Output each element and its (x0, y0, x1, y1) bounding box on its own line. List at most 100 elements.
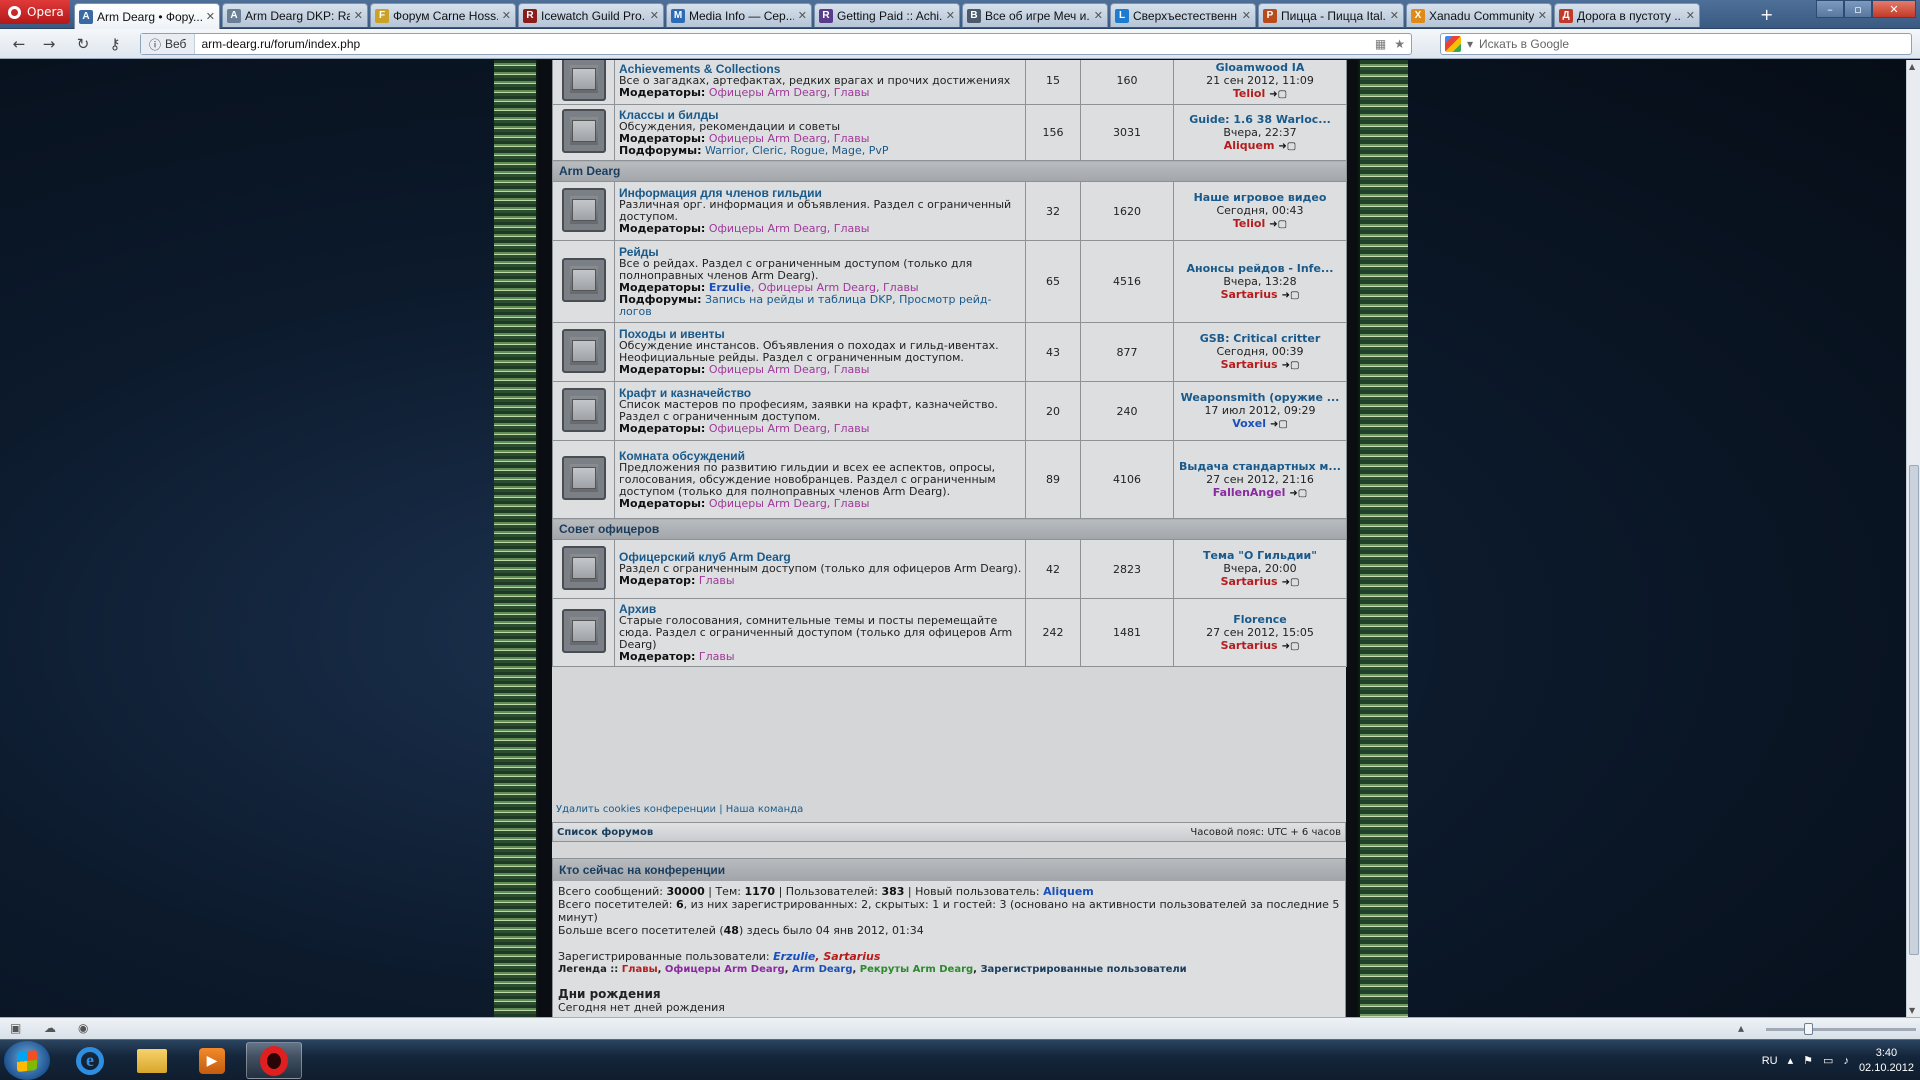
last-post-author-link[interactable]: Aliquem (1224, 139, 1275, 152)
category-title-link[interactable]: Совет офицеров (552, 518, 1347, 540)
tray-expand-icon[interactable]: ▴ (1788, 1054, 1794, 1067)
last-post-author-link[interactable]: Voxel (1232, 417, 1266, 430)
goto-last-post-icon[interactable]: ➜▢ (1278, 140, 1296, 153)
address-bar[interactable]: ⓘ Веб arm-dearg.ru/forum/index.php ▦ ★ (140, 33, 1412, 55)
tab-close-icon[interactable]: ✕ (1242, 9, 1251, 22)
footer-links[interactable]: Удалить cookies конференции | Наша коман… (556, 804, 803, 815)
search-engine-dropdown-icon[interactable]: ▾ (1467, 37, 1473, 51)
last-post-title-link[interactable]: GSB: Critical critter (1174, 332, 1346, 345)
browser-tab[interactable]: В Все об игре Меч и... ✕ (962, 3, 1108, 27)
maximize-icon[interactable]: ▫ (1844, 0, 1872, 18)
browser-tab[interactable]: X Xanadu Community ✕ (1406, 3, 1552, 27)
page-scrollbar[interactable]: ▲ ▼ (1906, 60, 1920, 1017)
unite-icon[interactable]: ☁ (44, 1021, 56, 1035)
address-url[interactable]: arm-dearg.ru/forum/index.php (195, 37, 360, 51)
zoom-arrow-icon[interactable]: ▴ (1738, 1021, 1744, 1035)
moderator-groups[interactable]: Офицеры Arm Dearg, Главы (709, 222, 870, 235)
address-scheme-badge[interactable]: ⓘ Веб (141, 34, 196, 54)
browser-tab[interactable]: L Сверхъестественн... ✕ (1110, 3, 1256, 27)
last-post-author-link[interactable]: Sartarius (1221, 358, 1278, 371)
tab-close-icon[interactable]: ✕ (1538, 9, 1547, 22)
taskbar-explorer[interactable] (124, 1042, 180, 1079)
browser-tab[interactable]: F Форум Carne Hoss... ✕ (370, 3, 516, 27)
new-tab-icon[interactable]: + (1760, 5, 1773, 24)
opera-menu-button[interactable]: Opera (0, 0, 70, 24)
tab-close-icon[interactable]: ✕ (206, 10, 215, 23)
subforum-links[interactable]: Warrior, Cleric, Rogue, Mage, PvP (705, 144, 889, 157)
search-box[interactable]: ▾ Искать в Google (1440, 33, 1912, 55)
moderator-groups[interactable]: Офицеры Arm Dearg, Главы (709, 422, 870, 435)
browser-tab[interactable]: R Getting Paid :: Achi... ✕ (814, 3, 960, 27)
last-post-author-link[interactable]: FallenAngel (1213, 486, 1286, 499)
goto-last-post-icon[interactable]: ➜▢ (1282, 289, 1300, 302)
rss-icon[interactable]: ▦ (1375, 37, 1386, 51)
forum-title-link[interactable]: Achievements & Collections (619, 63, 1023, 75)
last-post-title-link[interactable]: Gloamwood IA (1174, 61, 1346, 74)
forum-title-link[interactable]: Комната обсуждений (619, 450, 1023, 462)
clock[interactable]: 3:40 02.10.2012 (1859, 1046, 1914, 1076)
online-user-link[interactable]: Sartarius (823, 950, 880, 963)
legend-group-link[interactable]: Главы (622, 964, 658, 975)
last-post-title-link[interactable]: Анонсы рейдов - Infe... (1174, 262, 1346, 275)
legend-group-link[interactable]: Офицеры Arm Dearg (665, 964, 785, 975)
last-post-author-link[interactable]: Teliol (1233, 87, 1265, 100)
legend-group-link[interactable]: Зарегистрированные пользователи (980, 964, 1186, 975)
goto-last-post-icon[interactable]: ➜▢ (1282, 640, 1300, 653)
tab-close-icon[interactable]: ✕ (798, 9, 807, 22)
tab-close-icon[interactable]: ✕ (502, 9, 511, 22)
forum-title-link[interactable]: Рейды (619, 246, 1023, 258)
moderator-groups[interactable]: Офицеры Arm Dearg, Главы (709, 86, 870, 99)
last-post-title-link[interactable]: Выдача стандартных м... (1174, 460, 1346, 473)
goto-last-post-icon[interactable]: ➜▢ (1269, 88, 1287, 101)
last-post-title-link[interactable]: Guide: 1.6 38 Warloc... (1174, 113, 1346, 126)
moderator-groups[interactable]: Главы (699, 574, 735, 587)
bookmark-star-icon[interactable]: ★ (1394, 37, 1405, 51)
scroll-down-icon[interactable]: ▼ (1909, 1006, 1915, 1015)
browser-tab[interactable]: R Icewatch Guild Pro... ✕ (518, 3, 664, 27)
goto-last-post-icon[interactable]: ➜▢ (1282, 359, 1300, 372)
network-icon[interactable]: ▭ (1823, 1054, 1833, 1067)
newest-user-link[interactable]: Aliquem (1043, 885, 1094, 898)
tab-close-icon[interactable]: ✕ (650, 9, 659, 22)
tab-close-icon[interactable]: ✕ (1686, 9, 1695, 22)
google-icon[interactable] (1445, 36, 1461, 52)
back-icon[interactable]: ← (8, 34, 30, 54)
moderator-groups[interactable]: Главы (699, 650, 735, 663)
turbo-icon[interactable]: ◉ (78, 1021, 88, 1035)
moderator-groups[interactable]: Офицеры Arm Dearg, Главы (709, 363, 870, 376)
last-post-title-link[interactable]: Florence (1174, 613, 1346, 626)
moderator-groups[interactable]: Офицеры Arm Dearg, Главы (709, 497, 870, 510)
forward-icon[interactable]: → (38, 34, 60, 54)
tab-close-icon[interactable]: ✕ (1094, 9, 1103, 22)
action-center-flag-icon[interactable]: ⚑ (1803, 1054, 1813, 1067)
browser-tab[interactable]: A Arm Dearg DKP: Ra... ✕ (222, 3, 368, 27)
key-icon[interactable]: ⚷ (104, 34, 126, 54)
last-post-title-link[interactable]: Тема "О Гильдии" (1174, 549, 1346, 562)
last-post-title-link[interactable]: Наше игровое видео (1174, 191, 1346, 204)
volume-icon[interactable]: ♪ (1843, 1055, 1849, 1067)
browser-tab[interactable]: P Пицца - Пицца Ital... ✕ (1258, 3, 1404, 27)
tab-close-icon[interactable]: ✕ (354, 9, 363, 22)
browser-tab[interactable]: M Media Info — Сер... ✕ (666, 3, 812, 27)
language-indicator[interactable]: RU (1762, 1055, 1778, 1067)
tab-close-icon[interactable]: ✕ (1390, 9, 1399, 22)
last-post-author-link[interactable]: Teliol (1233, 217, 1265, 230)
panel-toggle-icon[interactable]: ▣ (10, 1021, 21, 1035)
zoom-slider[interactable] (1766, 1023, 1916, 1035)
taskbar-media-player[interactable]: ▶ (184, 1042, 240, 1079)
scrollbar-thumb[interactable] (1909, 465, 1919, 955)
legend-group-link[interactable]: Рекруты Arm Dearg (860, 964, 973, 975)
taskbar-internet-explorer[interactable]: e (62, 1042, 118, 1079)
browser-tab[interactable]: A Arm Dearg • Фору... ✕ (74, 3, 220, 29)
close-window-icon[interactable]: ✕ (1872, 0, 1916, 18)
board-index-link[interactable]: Список форумов (557, 827, 653, 838)
forum-title-link[interactable]: Классы и билды (619, 109, 1023, 121)
goto-last-post-icon[interactable]: ➜▢ (1282, 576, 1300, 589)
online-user-link[interactable]: Erzulie (773, 950, 815, 963)
reload-icon[interactable]: ↻ (72, 34, 94, 54)
last-post-author-link[interactable]: Sartarius (1221, 639, 1278, 652)
goto-last-post-icon[interactable]: ➜▢ (1269, 218, 1287, 231)
start-button[interactable] (4, 1041, 50, 1080)
forum-title-link[interactable]: Архив (619, 603, 1023, 615)
category-title-link[interactable]: Arm Dearg (552, 160, 1347, 182)
